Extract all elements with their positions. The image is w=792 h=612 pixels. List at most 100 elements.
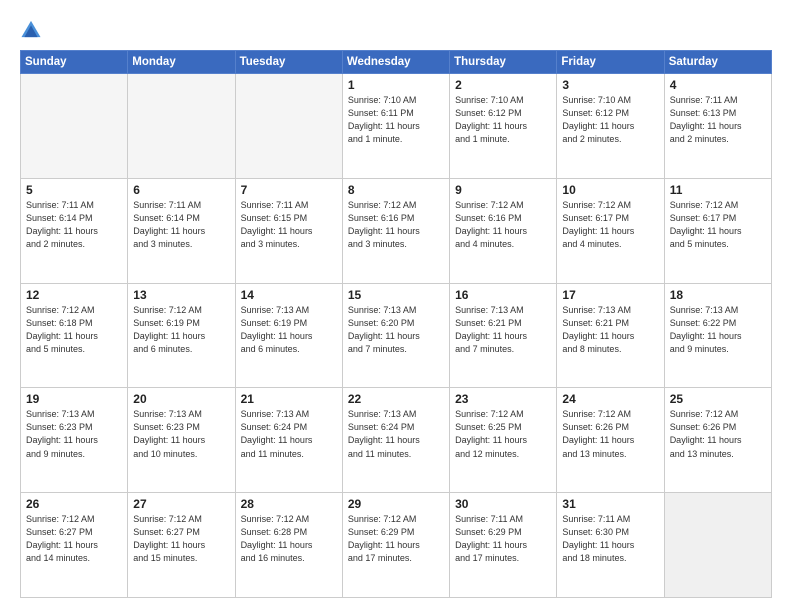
day-number: 31 <box>562 497 658 511</box>
table-row: 28 Sunrise: 7:12 AM Sunset: 6:28 PM Dayli… <box>235 493 342 598</box>
calendar-header-row: Sunday Monday Tuesday Wednesday Thursday… <box>21 51 772 74</box>
table-row: 4 Sunrise: 7:11 AM Sunset: 6:13 PM Daylig… <box>664 74 771 179</box>
day-info: Sunrise: 7:12 AM Sunset: 6:19 PM Dayligh… <box>133 304 229 356</box>
day-info: Sunrise: 7:10 AM Sunset: 6:12 PM Dayligh… <box>455 94 551 146</box>
day-info: Sunrise: 7:12 AM Sunset: 6:17 PM Dayligh… <box>562 199 658 251</box>
table-row: 16 Sunrise: 7:13 AM Sunset: 6:21 PM Dayli… <box>450 283 557 388</box>
table-row: 3 Sunrise: 7:10 AM Sunset: 6:12 PM Daylig… <box>557 74 664 179</box>
day-info: Sunrise: 7:13 AM Sunset: 6:19 PM Dayligh… <box>241 304 337 356</box>
day-info: Sunrise: 7:12 AM Sunset: 6:16 PM Dayligh… <box>455 199 551 251</box>
day-number: 4 <box>670 78 766 92</box>
table-row: 8 Sunrise: 7:12 AM Sunset: 6:16 PM Daylig… <box>342 178 449 283</box>
col-tuesday: Tuesday <box>235 51 342 74</box>
table-row: 13 Sunrise: 7:12 AM Sunset: 6:19 PM Dayli… <box>128 283 235 388</box>
table-row: 25Sunrise: 7:12 AM Sunset: 6:26 PM Dayli… <box>664 388 771 493</box>
day-number: 19 <box>26 392 122 406</box>
day-info: Sunrise: 7:13 AM Sunset: 6:21 PM Dayligh… <box>562 304 658 356</box>
col-friday: Friday <box>557 51 664 74</box>
day-number: 21 <box>241 392 337 406</box>
day-info: Sunrise: 7:13 AM Sunset: 6:21 PM Dayligh… <box>455 304 551 356</box>
day-number: 3 <box>562 78 658 92</box>
table-row: 18Sunrise: 7:13 AM Sunset: 6:22 PM Dayli… <box>664 283 771 388</box>
day-info: Sunrise: 7:13 AM Sunset: 6:22 PM Dayligh… <box>670 304 766 356</box>
page: Sunday Monday Tuesday Wednesday Thursday… <box>0 0 792 612</box>
day-info: Sunrise: 7:12 AM Sunset: 6:26 PM Dayligh… <box>670 408 766 460</box>
day-number: 8 <box>348 183 444 197</box>
logo-icon <box>20 18 42 40</box>
day-info: Sunrise: 7:12 AM Sunset: 6:17 PM Dayligh… <box>670 199 766 251</box>
calendar-week-row: 26 Sunrise: 7:12 AM Sunset: 6:27 PM Dayli… <box>21 493 772 598</box>
table-row: 26 Sunrise: 7:12 AM Sunset: 6:27 PM Dayli… <box>21 493 128 598</box>
table-row: 22 Sunrise: 7:13 AM Sunset: 6:24 PM Dayli… <box>342 388 449 493</box>
day-number: 17 <box>562 288 658 302</box>
day-number: 6 <box>133 183 229 197</box>
day-info: Sunrise: 7:11 AM Sunset: 6:15 PM Dayligh… <box>241 199 337 251</box>
day-info: Sunrise: 7:12 AM Sunset: 6:29 PM Dayligh… <box>348 513 444 565</box>
table-row: 23Sunrise: 7:12 AM Sunset: 6:25 PM Dayli… <box>450 388 557 493</box>
day-number: 11 <box>670 183 766 197</box>
day-info: Sunrise: 7:12 AM Sunset: 6:26 PM Dayligh… <box>562 408 658 460</box>
calendar-table: Sunday Monday Tuesday Wednesday Thursday… <box>20 50 772 598</box>
day-number: 27 <box>133 497 229 511</box>
day-info: Sunrise: 7:12 AM Sunset: 6:16 PM Dayligh… <box>348 199 444 251</box>
calendar-week-row: 5Sunrise: 7:11 AM Sunset: 6:14 PM Daylig… <box>21 178 772 283</box>
col-thursday: Thursday <box>450 51 557 74</box>
day-number: 10 <box>562 183 658 197</box>
table-row: 30Sunrise: 7:11 AM Sunset: 6:29 PM Dayli… <box>450 493 557 598</box>
day-number: 22 <box>348 392 444 406</box>
table-row: 1 Sunrise: 7:10 AM Sunset: 6:11 PM Daylig… <box>342 74 449 179</box>
day-info: Sunrise: 7:12 AM Sunset: 6:27 PM Dayligh… <box>133 513 229 565</box>
table-row: 19Sunrise: 7:13 AM Sunset: 6:23 PM Dayli… <box>21 388 128 493</box>
day-number: 9 <box>455 183 551 197</box>
day-number: 29 <box>348 497 444 511</box>
table-row: 15 Sunrise: 7:13 AM Sunset: 6:20 PM Dayli… <box>342 283 449 388</box>
day-info: Sunrise: 7:13 AM Sunset: 6:24 PM Dayligh… <box>241 408 337 460</box>
calendar-week-row: 1 Sunrise: 7:10 AM Sunset: 6:11 PM Daylig… <box>21 74 772 179</box>
day-number: 14 <box>241 288 337 302</box>
day-info: Sunrise: 7:11 AM Sunset: 6:14 PM Dayligh… <box>133 199 229 251</box>
col-monday: Monday <box>128 51 235 74</box>
day-info: Sunrise: 7:12 AM Sunset: 6:25 PM Dayligh… <box>455 408 551 460</box>
day-info: Sunrise: 7:11 AM Sunset: 6:29 PM Dayligh… <box>455 513 551 565</box>
day-number: 13 <box>133 288 229 302</box>
table-row: 24Sunrise: 7:12 AM Sunset: 6:26 PM Dayli… <box>557 388 664 493</box>
table-row: 12Sunrise: 7:12 AM Sunset: 6:18 PM Dayli… <box>21 283 128 388</box>
table-row <box>664 493 771 598</box>
day-info: Sunrise: 7:11 AM Sunset: 6:13 PM Dayligh… <box>670 94 766 146</box>
table-row: 14 Sunrise: 7:13 AM Sunset: 6:19 PM Dayli… <box>235 283 342 388</box>
table-row <box>235 74 342 179</box>
day-info: Sunrise: 7:11 AM Sunset: 6:14 PM Dayligh… <box>26 199 122 251</box>
table-row: 2Sunrise: 7:10 AM Sunset: 6:12 PM Daylig… <box>450 74 557 179</box>
day-number: 15 <box>348 288 444 302</box>
table-row: 17 Sunrise: 7:13 AM Sunset: 6:21 PM Dayli… <box>557 283 664 388</box>
day-info: Sunrise: 7:12 AM Sunset: 6:28 PM Dayligh… <box>241 513 337 565</box>
day-info: Sunrise: 7:13 AM Sunset: 6:20 PM Dayligh… <box>348 304 444 356</box>
table-row: 31Sunrise: 7:11 AM Sunset: 6:30 PM Dayli… <box>557 493 664 598</box>
day-info: Sunrise: 7:12 AM Sunset: 6:27 PM Dayligh… <box>26 513 122 565</box>
table-row: 6 Sunrise: 7:11 AM Sunset: 6:14 PM Daylig… <box>128 178 235 283</box>
table-row <box>128 74 235 179</box>
calendar-week-row: 12Sunrise: 7:12 AM Sunset: 6:18 PM Dayli… <box>21 283 772 388</box>
table-row: 21 Sunrise: 7:13 AM Sunset: 6:24 PM Dayli… <box>235 388 342 493</box>
day-info: Sunrise: 7:13 AM Sunset: 6:24 PM Dayligh… <box>348 408 444 460</box>
day-info: Sunrise: 7:10 AM Sunset: 6:12 PM Dayligh… <box>562 94 658 146</box>
header <box>20 18 772 40</box>
calendar-week-row: 19 Sunrise: 7:13 AM Sunset: 6:23 PM Dayli… <box>21 388 772 493</box>
day-number: 20 <box>133 392 229 406</box>
day-info: Sunrise: 7:10 AM Sunset: 6:11 PM Dayligh… <box>348 94 444 146</box>
col-sunday: Sunday <box>21 51 128 74</box>
table-row: 29 Sunrise: 7:12 AM Sunset: 6:29 PM Dayli… <box>342 493 449 598</box>
table-row: 20 Sunrise: 7:13 AM Sunset: 6:23 PM Dayli… <box>128 388 235 493</box>
col-saturday: Saturday <box>664 51 771 74</box>
day-number: 1 <box>348 78 444 92</box>
table-row: 7Sunrise: 7:11 AM Sunset: 6:15 PM Daylig… <box>235 178 342 283</box>
day-number: 28 <box>241 497 337 511</box>
day-number: 16 <box>455 288 551 302</box>
table-row: 5Sunrise: 7:11 AM Sunset: 6:14 PM Daylig… <box>21 178 128 283</box>
table-row: 27 Sunrise: 7:12 AM Sunset: 6:27 PM Dayli… <box>128 493 235 598</box>
day-number: 26 <box>26 497 122 511</box>
col-wednesday: Wednesday <box>342 51 449 74</box>
table-row: 9 Sunrise: 7:12 AM Sunset: 6:16 PM Daylig… <box>450 178 557 283</box>
day-info: Sunrise: 7:13 AM Sunset: 6:23 PM Dayligh… <box>133 408 229 460</box>
day-number: 12 <box>26 288 122 302</box>
